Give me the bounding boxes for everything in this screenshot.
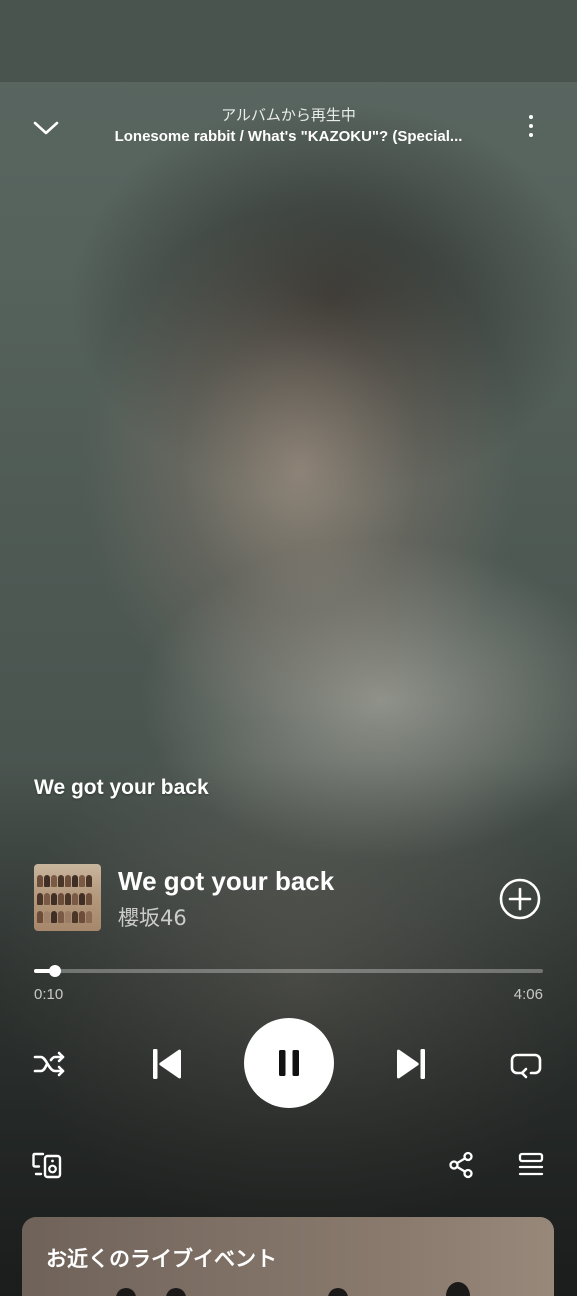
track-artist[interactable]: 櫻坂46	[118, 902, 187, 932]
playing-context-label: アルバムから再生中	[221, 106, 356, 124]
shuffle-icon	[33, 1051, 65, 1077]
repeat-button[interactable]	[506, 1044, 546, 1084]
total-time: 4:06	[513, 986, 543, 1003]
progress-bar[interactable]	[34, 965, 543, 977]
add-to-library-button[interactable]	[498, 877, 542, 921]
share-button[interactable]	[442, 1146, 480, 1184]
pause-button[interactable]	[244, 1018, 334, 1108]
previous-button[interactable]	[144, 1042, 188, 1086]
chevron-down-icon	[33, 121, 59, 135]
skip-next-icon	[397, 1049, 425, 1079]
status-bar-area	[0, 0, 577, 82]
collapse-button[interactable]	[28, 110, 64, 146]
pause-icon	[279, 1050, 299, 1076]
progress-knob[interactable]	[48, 965, 61, 977]
more-options-button[interactable]	[516, 108, 546, 144]
album-name-link[interactable]: Lonesome rabbit / What's "KAZOKU"? (Spec…	[80, 128, 497, 145]
elapsed-time: 0:10	[34, 986, 64, 1003]
track-title[interactable]: We got your back	[118, 866, 334, 897]
connect-device-button[interactable]	[28, 1146, 66, 1184]
canvas-caption: We got your back	[34, 776, 209, 799]
next-button[interactable]	[390, 1042, 434, 1086]
more-vertical-icon	[529, 133, 533, 137]
now-playing-screen: アルバムから再生中 Lonesome rabbit / What's "KAZO…	[0, 0, 577, 1296]
live-events-title: お近くのライブイベント	[46, 1247, 277, 1271]
more-vertical-icon	[529, 115, 533, 119]
repeat-icon	[510, 1053, 542, 1079]
queue-button[interactable]	[512, 1146, 550, 1184]
queue-icon	[518, 1152, 544, 1176]
shuffle-button[interactable]	[30, 1044, 70, 1084]
more-vertical-icon	[529, 124, 533, 128]
add-circle-icon	[499, 878, 541, 920]
live-events-card[interactable]: お近くのライブイベント	[22, 1217, 554, 1296]
album-cover-thumbnail[interactable]	[34, 864, 101, 931]
skip-previous-icon	[153, 1049, 181, 1079]
connect-device-icon	[32, 1152, 62, 1179]
share-icon	[449, 1151, 473, 1179]
